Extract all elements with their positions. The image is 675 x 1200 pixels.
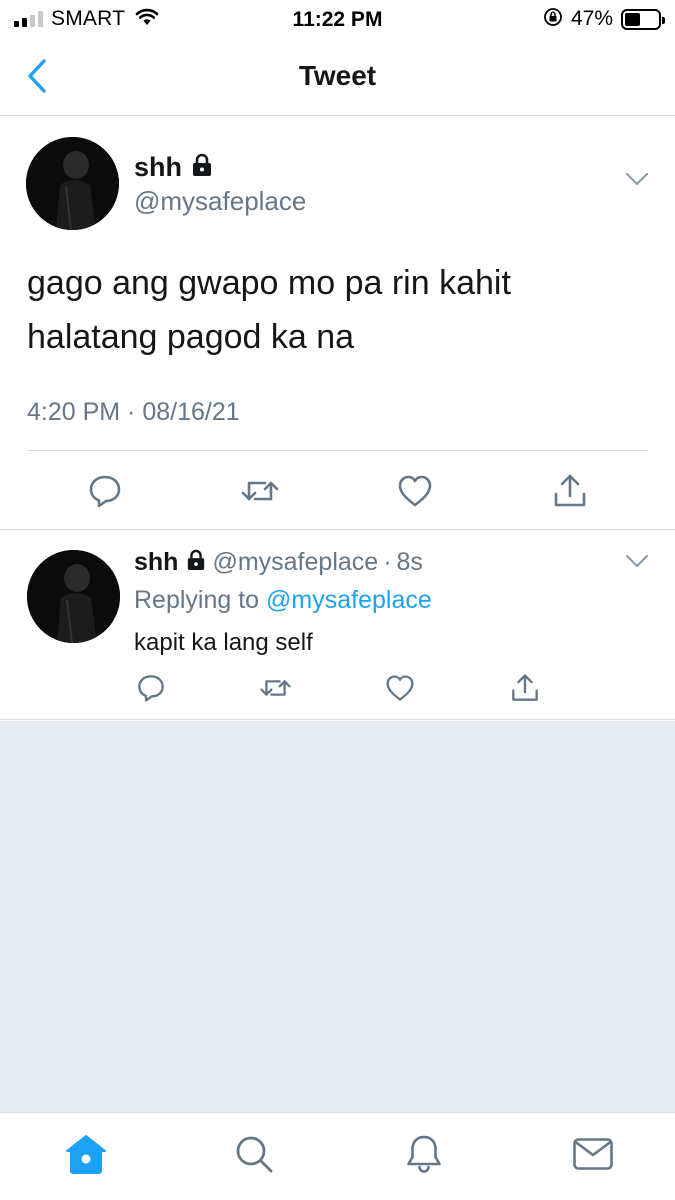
chevron-down-icon (626, 173, 648, 185)
tweet-timestamp: 4:20 PM · 08/16/21 (27, 398, 240, 426)
reply-options-button[interactable] (625, 554, 649, 573)
search-icon (236, 1136, 273, 1173)
reply-tweet[interactable]: shh @mysafeplace · 8s Replying to @mysaf… (0, 530, 675, 720)
home-icon (66, 1135, 106, 1174)
retweet-button[interactable] (240, 471, 280, 511)
tab-messages[interactable] (570, 1131, 616, 1177)
tweet-text-line: gago ang gwapo mo pa rin kahit (27, 264, 511, 302)
tab-bar (0, 1112, 675, 1200)
like-button[interactable] (395, 471, 435, 511)
share-icon (554, 474, 586, 507)
reply-time: 8s (396, 548, 423, 576)
tweet-text-line: halatang pagod ka na (27, 318, 355, 356)
replying-prefix: Replying to (134, 586, 260, 614)
reply-button[interactable] (134, 670, 168, 706)
messages-icon (573, 1138, 613, 1170)
reply-icon (89, 475, 121, 508)
status-bar: SMART 11:22 PM 47% (0, 0, 675, 38)
like-icon (398, 475, 432, 507)
tweet-text: gago ang gwapo mo pa rin kahit halatang … (27, 256, 647, 364)
reply-actions (0, 670, 675, 710)
status-bar-right: 47% (543, 6, 665, 32)
share-button[interactable] (550, 471, 590, 511)
reply-button[interactable] (85, 471, 125, 511)
replying-to-link[interactable]: @mysafeplace (266, 586, 432, 614)
reply-text: kapit ka lang self (134, 629, 313, 656)
share-button[interactable] (508, 670, 542, 706)
main-tweet: shh @mysafeplace gago ang gwapo mo pa ri… (0, 116, 675, 530)
share-icon (512, 674, 538, 701)
like-icon (386, 675, 414, 701)
reply-header: shh @mysafeplace · 8s (134, 548, 423, 577)
like-button[interactable] (383, 670, 417, 706)
separator-dot: · (383, 548, 392, 576)
author-handle[interactable]: @mysafeplace (134, 186, 306, 217)
avatar[interactable] (27, 550, 120, 643)
reply-author-name[interactable]: shh (134, 548, 178, 577)
empty-timeline-area (0, 721, 675, 1112)
battery-fill (625, 12, 641, 26)
orientation-lock-icon (543, 7, 563, 32)
chevron-down-icon (626, 555, 648, 567)
retweet-button[interactable] (258, 670, 292, 706)
reply-author-handle[interactable]: @mysafeplace (212, 548, 378, 577)
author-name[interactable]: shh (134, 152, 182, 183)
page-title: Tweet (298, 60, 377, 91)
lock-icon (186, 549, 206, 576)
retweet-icon (259, 680, 291, 696)
notifications-icon (407, 1135, 441, 1173)
avatar[interactable] (26, 137, 119, 230)
tweet-actions (0, 451, 675, 529)
navigation-header: Tweet (0, 38, 675, 116)
tab-home[interactable] (63, 1131, 109, 1177)
tweet-options-button[interactable] (625, 172, 649, 191)
lock-icon (191, 153, 213, 182)
author-name-row: shh (134, 152, 213, 183)
retweet-icon (241, 481, 279, 501)
replying-to: Replying to @mysafeplace (134, 586, 432, 615)
tab-search[interactable] (231, 1131, 277, 1177)
battery-percent: 47% (570, 7, 613, 30)
tab-notifications[interactable] (401, 1131, 447, 1177)
reply-icon (138, 675, 164, 702)
battery-icon (621, 8, 665, 30)
